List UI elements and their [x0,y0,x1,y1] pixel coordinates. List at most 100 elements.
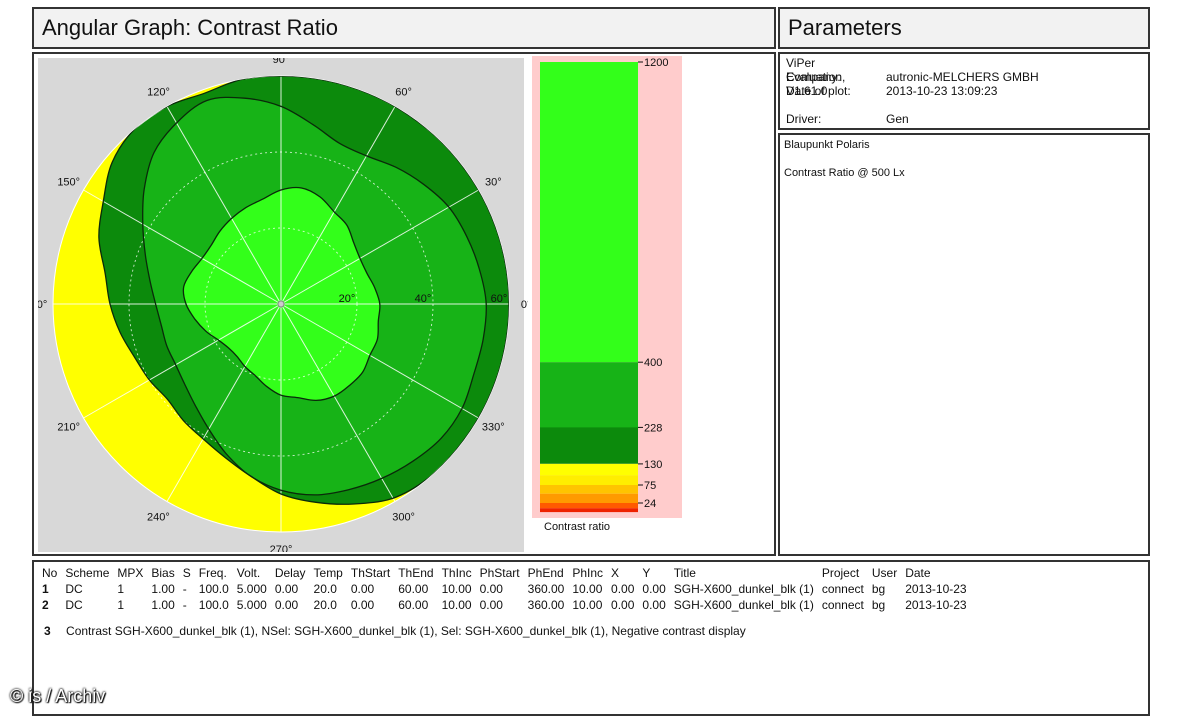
table-cell: SGH-X600_dunkel_blk (1) [673,582,814,596]
table-cell: - [182,582,187,596]
table-cell: 100.0 [198,582,229,596]
column-header: ThEnd [398,566,434,580]
angle-label: 270° [270,544,293,552]
color-legend: 1200 400 228 130 75 24 Contrast ratio [532,56,682,533]
table-cell: 1.00 [151,582,175,596]
parameters-table-panel: No Scheme MPX Bias S Freq. Volt. Delay Temp ThSta… [32,560,1150,716]
column-header: Project [821,566,860,580]
polar-chart: 90° 60° 30° 0° 330° 300° 270° 240° 210° 180° 150° 1… [38,58,528,552]
angle-label: 180° [38,299,47,311]
table-cell: 10.00 [441,598,472,612]
column-header: ThStart [350,566,391,580]
table-cell: 60.00 [398,582,429,596]
table-cell: 1 [117,598,125,612]
table-cell: 2 [42,598,49,612]
angle-label: 240° [147,511,170,523]
legend-tick-label: 400 [644,357,662,369]
angle-label: 90° [273,58,290,66]
column-header: PhStart [479,566,520,580]
angle-label: 150° [57,177,80,189]
legend-band [540,485,638,494]
chart-title-text: Angular Graph: Contrast Ratio [42,15,338,40]
column-header: PhInc [572,566,604,580]
table-cell: 0.00 [274,598,299,612]
column-header: Title [673,566,696,580]
table-row: 2 DC 1 1.00-100.0 5.000 0.00 20.0 0.00 60.00 10.0… [38,597,971,613]
table-cell: 10.00 [441,582,472,596]
angle-label: 210° [57,422,80,434]
table-cell: 2013-10-23 [905,598,967,612]
date-value: 2013-10-23 13:09:23 [886,84,998,98]
legend-band [540,427,638,464]
note-text: Contrast SGH-X600_dunkel_blk (1), NSel: … [66,624,746,638]
table-cell: DC [65,598,83,612]
table-cell: 60.00 [398,598,429,612]
table-cell: 0.00 [611,582,635,596]
description-panel: Blaupunkt Polaris Contrast Ratio @ 500 L… [778,133,1150,556]
parameters-title: Parameters [778,7,1150,49]
table-cell: DC [65,582,83,596]
table-row: 1 DC 1 1.00-100.0 5.000 0.00 20.0 0.00 60.00 10.0… [38,581,971,597]
table-cell: bg [871,582,886,596]
table-cell: 20.0 [313,582,337,596]
table-cell: SGH-X600_dunkel_blk (1) [673,598,814,612]
table-cell: connect [821,598,864,612]
column-header: No [42,566,58,580]
table-cell: 0.00 [350,582,375,596]
table-cell: 360.00 [527,582,565,596]
driver-label: Driver: [786,112,822,126]
table-cell: 10.00 [572,582,603,596]
table-cell: 1 [42,582,49,596]
table-cell: 5.000 [236,598,267,612]
column-header: PhEnd [527,566,564,580]
table-cell: 0.00 [479,598,503,612]
table-cell: 100.0 [198,598,229,612]
driver-value: Gen [886,112,909,126]
watermark: © is / Archiv [10,686,106,706]
angle-label: 330° [482,422,505,434]
legend-title: Contrast ratio [544,521,610,533]
column-header: S [182,566,191,580]
table-cell: 360.00 [527,598,565,612]
table-cell: 0.00 [274,582,299,596]
table-cell: 0.00 [479,582,503,596]
legend-band [540,463,638,476]
measurement-name: Contrast Ratio @ 500 Lx [784,167,905,179]
legend-tick-label: 75 [644,480,656,492]
column-header: ThInc [441,566,472,580]
parameters-table: No Scheme MPX Bias S Freq. Volt. Delay Temp ThSta… [38,566,971,613]
note-number: 3 [44,624,51,638]
column-header: User [871,566,898,580]
table-cell: 0.00 [642,598,666,612]
meta-panel: ViPer Evaluation, V1.61.0 Company: autro… [778,52,1150,130]
date-label: Date of plot: [786,84,851,98]
angle-label: 0° [521,299,528,311]
legend-band [540,508,638,513]
table-cell: 5.000 [236,582,267,596]
column-header: Bias [151,566,175,580]
table-cell: 1 [117,582,125,596]
company-label: Company: [786,70,841,84]
table-note-row: 3 Contrast SGH-X600_dunkel_blk (1), NSel… [44,624,746,638]
column-header: Delay [274,566,306,580]
device-name: Blaupunkt Polaris [784,139,870,151]
radius-label: 40° [415,293,432,305]
legend-tick-label: 1200 [644,57,668,69]
angle-label: 60° [395,87,412,99]
column-header: Temp [313,566,343,580]
polar-center-point [277,300,285,308]
legend-band [540,62,638,363]
legend-band [540,475,638,485]
legend-band [540,493,638,503]
table-cell: 0.00 [611,598,635,612]
column-header: Y [642,566,651,580]
column-header: Freq. [198,566,227,580]
table-cell: 20.0 [313,598,337,612]
legend-tick-label: 24 [644,498,656,510]
column-header: Volt. [236,566,261,580]
table-cell: connect [821,582,864,596]
column-header: X [611,566,620,580]
legend-tick-label: 130 [644,459,662,471]
angle-label: 120° [147,87,170,99]
angle-label: 300° [392,511,415,523]
